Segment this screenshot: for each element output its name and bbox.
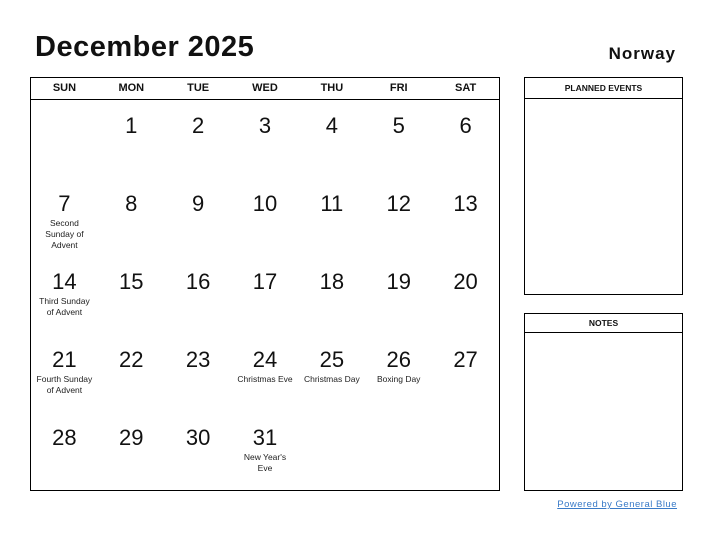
weekday-sat: SAT (454, 82, 477, 94)
day-cell[interactable]: 10 (232, 178, 299, 256)
day-cell[interactable]: 26 Boxing Day (365, 334, 432, 412)
day-number: 27 (453, 347, 478, 372)
notes-area[interactable] (525, 333, 682, 490)
weekday-mon: MON (118, 82, 145, 94)
day-number: 15 (119, 269, 144, 294)
day-cell[interactable]: 4 (298, 100, 365, 178)
day-cell[interactable]: 2 (165, 100, 232, 178)
day-number: 20 (453, 269, 478, 294)
holiday-label: New Year's Eve (243, 452, 287, 473)
day-cell[interactable]: 9 (165, 178, 232, 256)
day-number: 28 (52, 425, 77, 450)
day-cell[interactable]: 27 (432, 334, 499, 412)
notes-heading: NOTES (525, 314, 682, 333)
day-cell[interactable]: 11 (298, 178, 365, 256)
day-number: 29 (119, 425, 144, 450)
day-cell[interactable] (31, 100, 98, 178)
day-cell[interactable]: 29 (98, 412, 165, 490)
day-cell[interactable]: 15 (98, 256, 165, 334)
day-number: 30 (185, 425, 211, 450)
day-number: 31 (252, 425, 278, 450)
holiday-label: Second Sunday of Advent (45, 218, 84, 250)
day-number: 13 (453, 191, 478, 216)
day-number: 9 (192, 191, 205, 216)
day-cell[interactable]: 17 (232, 256, 299, 334)
day-cell[interactable]: 5 (365, 100, 432, 178)
holiday-label: Christmas Eve (237, 374, 293, 384)
day-number: 24 (252, 347, 278, 372)
day-cell[interactable]: 1 (98, 100, 165, 178)
day-number: 17 (252, 269, 278, 294)
day-cell[interactable]: 21 Fourth Sunday of Advent (31, 334, 98, 412)
day-number: 6 (459, 113, 472, 138)
day-cell[interactable] (298, 412, 365, 490)
day-number: 1 (125, 113, 138, 138)
day-cell[interactable]: 28 (31, 412, 98, 490)
day-number: 21 (52, 347, 77, 372)
day-number: 14 (52, 269, 77, 294)
weekday-wed: WED (252, 82, 278, 94)
day-number: 16 (185, 269, 211, 294)
day-number: 4 (325, 113, 338, 138)
holiday-label: Christmas Day (303, 374, 360, 384)
planned-events-heading: PLANNED EVENTS (525, 78, 682, 99)
day-cell[interactable]: 19 (365, 256, 432, 334)
day-number: 2 (192, 113, 205, 138)
day-number: 7 (58, 191, 71, 216)
weekday-thu: THU (320, 82, 344, 94)
day-number: 22 (119, 347, 144, 372)
weekday-header: SUN MON TUE WED THU FRI SAT (31, 78, 499, 100)
day-cell[interactable]: 3 (232, 100, 299, 178)
day-number: 10 (252, 191, 278, 216)
day-number: 3 (258, 113, 272, 138)
day-number: 19 (386, 269, 411, 294)
day-cell[interactable]: 20 (432, 256, 499, 334)
day-cell[interactable]: 31 New Year's Eve (232, 412, 299, 490)
day-cell[interactable]: 13 (432, 178, 499, 256)
day-cell[interactable]: 12 (365, 178, 432, 256)
day-number: 18 (319, 269, 345, 294)
day-cell[interactable] (365, 412, 432, 490)
day-cell[interactable]: 6 (432, 100, 499, 178)
day-number: 5 (392, 113, 405, 138)
page-title: December 2025 (35, 31, 255, 63)
day-cell[interactable]: 18 (298, 256, 365, 334)
day-cell[interactable]: 14 Third Sunday of Advent (31, 256, 98, 334)
day-number: 26 (386, 347, 411, 372)
day-cell[interactable]: 16 (165, 256, 232, 334)
day-cell[interactable]: 23 (165, 334, 232, 412)
day-number: 25 (319, 347, 345, 372)
day-number: 23 (185, 347, 211, 372)
holiday-label: Boxing Day (376, 374, 421, 384)
holiday-label: Third Sunday of Advent (39, 296, 90, 317)
day-cell[interactable]: 25 Christmas Day (298, 334, 365, 412)
weekday-fri: FRI (389, 82, 408, 94)
holiday-label: Fourth Sunday of Advent (36, 374, 93, 395)
day-cell[interactable]: 7 Second Sunday of Advent (31, 178, 98, 256)
day-cell[interactable]: 24 Christmas Eve (232, 334, 299, 412)
day-number: 12 (386, 191, 411, 216)
planned-events-area[interactable] (525, 99, 682, 294)
weekday-sun: SUN (52, 82, 77, 94)
powered-by-link[interactable]: Powered by General Blue (557, 499, 677, 510)
day-cell[interactable] (432, 412, 499, 490)
day-number: 11 (320, 191, 344, 216)
weekday-tue: TUE (187, 82, 210, 94)
day-number: 8 (125, 191, 138, 216)
day-cell[interactable]: 30 (165, 412, 232, 490)
planned-events-panel: PLANNED EVENTS (524, 77, 683, 295)
notes-panel: NOTES (524, 313, 683, 491)
calendar-grid: SUN MON TUE WED THU FRI SAT 1 2 3 4 5 6 7 Secon… (30, 77, 500, 491)
day-cell[interactable]: 8 (98, 178, 165, 256)
day-cell[interactable]: 22 (98, 334, 165, 412)
day-grid: 1 2 3 4 5 6 7 Second Sunday of Advent 8 9 10 11 12 13… (31, 100, 499, 490)
country-label: Norway (608, 44, 676, 63)
